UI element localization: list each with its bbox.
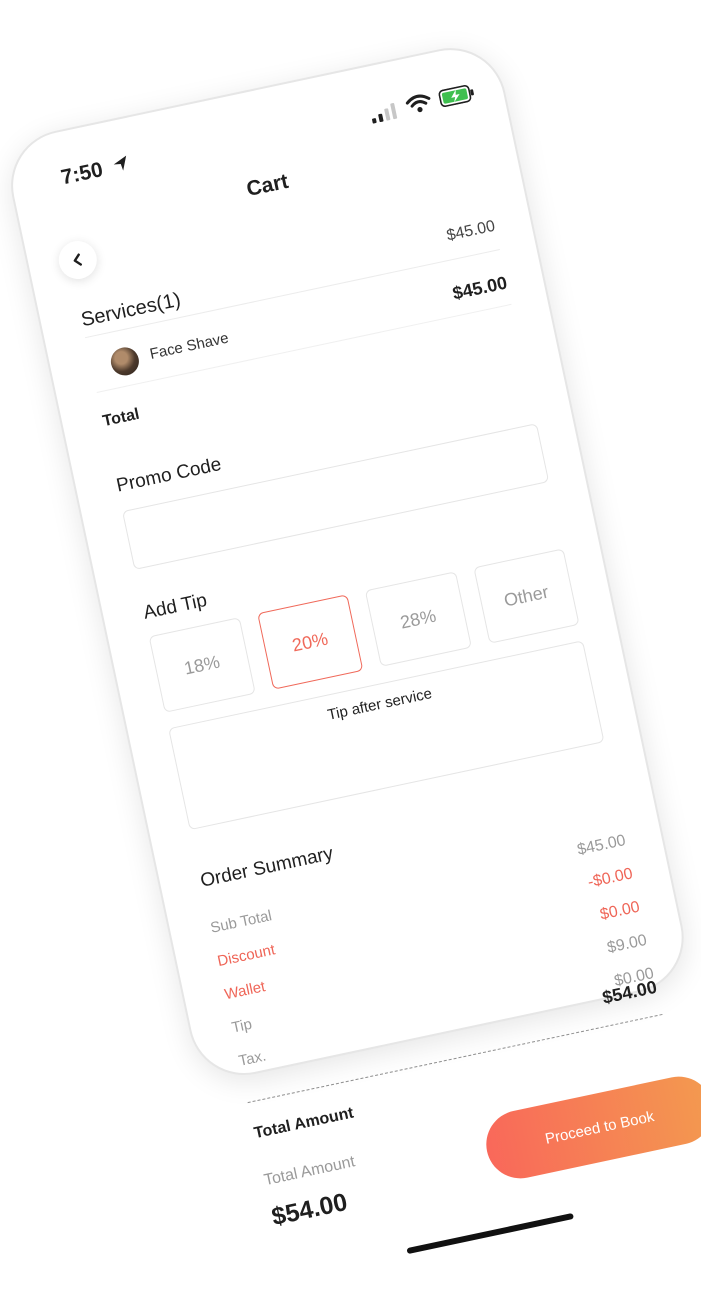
add-tip-label: Add Tip <box>141 589 209 624</box>
phone-screen: 7:50 Cart Services(1) $45.00 Face Shave … <box>0 37 701 1255</box>
footer-total-label: Total Amount <box>262 1153 357 1190</box>
status-time: 7:50 <box>59 158 105 190</box>
summary-value: $45.00 <box>575 832 628 859</box>
services-total-value: $45.00 <box>450 272 509 304</box>
back-button[interactable] <box>55 237 101 283</box>
promo-code-input[interactable] <box>122 423 550 570</box>
battery-charging-icon <box>438 85 474 108</box>
page-title: Cart <box>244 169 291 202</box>
summary-label: Tip <box>230 1015 254 1037</box>
summary-value: -$0.00 <box>586 865 635 892</box>
order-summary-title: Order Summary <box>198 843 336 892</box>
location-arrow-icon <box>113 155 127 171</box>
summary-label: Sub Total <box>208 907 274 937</box>
divider <box>84 249 500 339</box>
summary-label: Tax. <box>237 1047 268 1070</box>
summary-value: $0.00 <box>598 898 642 924</box>
services-total-label: Total <box>101 405 141 431</box>
tip-option-20[interactable]: 20% <box>256 594 364 690</box>
home-indicator <box>406 1212 574 1255</box>
promo-code-label: Promo Code <box>114 453 224 497</box>
wifi-icon <box>405 94 431 113</box>
service-avatar <box>108 344 142 379</box>
services-heading: Services(1) <box>79 288 183 332</box>
summary-value: $9.00 <box>605 931 649 957</box>
service-item-name: Face Shave <box>148 329 231 363</box>
tip-option-other[interactable]: Other <box>472 548 580 644</box>
proceed-to-book-button[interactable]: Proceed to Book <box>479 1070 701 1185</box>
chevron-left-icon <box>73 253 82 266</box>
summary-total-label: Total Amount <box>252 1104 356 1143</box>
services-price: $45.00 <box>445 217 497 245</box>
summary-label: Wallet <box>223 978 267 1004</box>
cellular-signal-icon <box>372 103 398 124</box>
footer-total-amount: $54.00 <box>269 1187 350 1232</box>
tip-option-18[interactable]: 18% <box>148 617 256 713</box>
tip-option-28[interactable]: 28% <box>364 571 472 667</box>
